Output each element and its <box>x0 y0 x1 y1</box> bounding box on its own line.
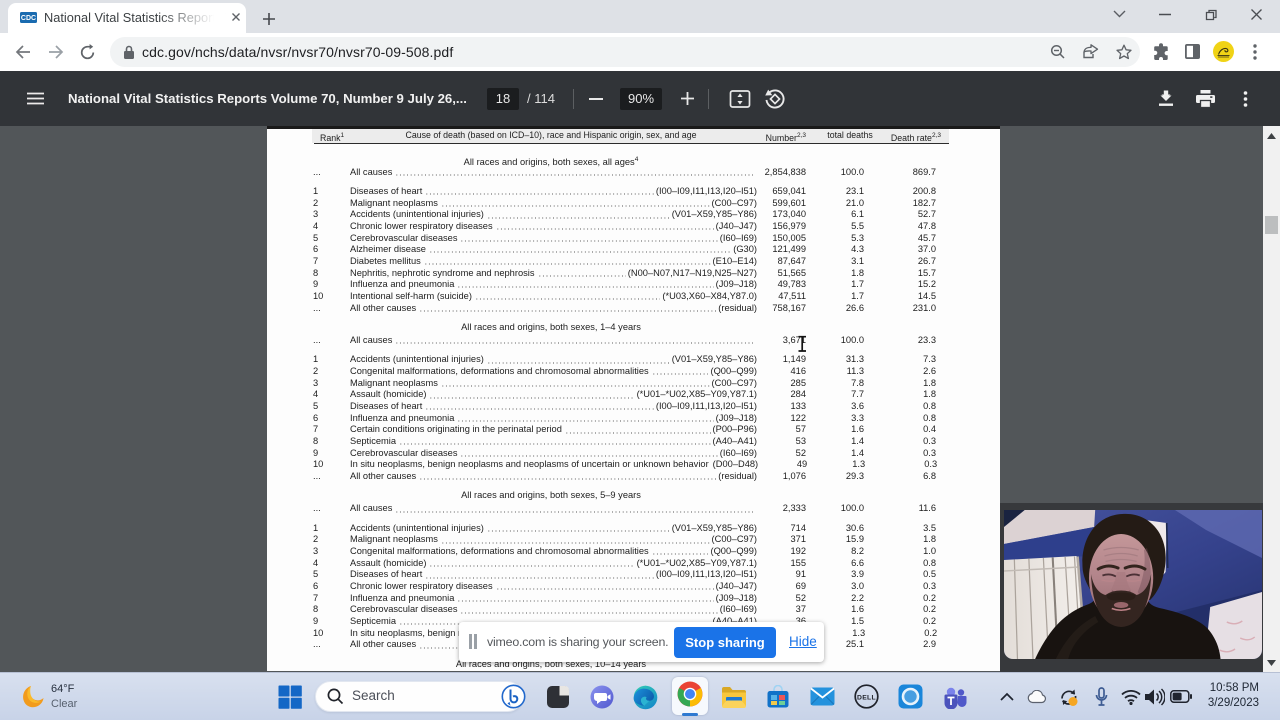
svg-text:CDC: CDC <box>21 15 36 22</box>
svg-text:DELL: DELL <box>857 694 876 701</box>
